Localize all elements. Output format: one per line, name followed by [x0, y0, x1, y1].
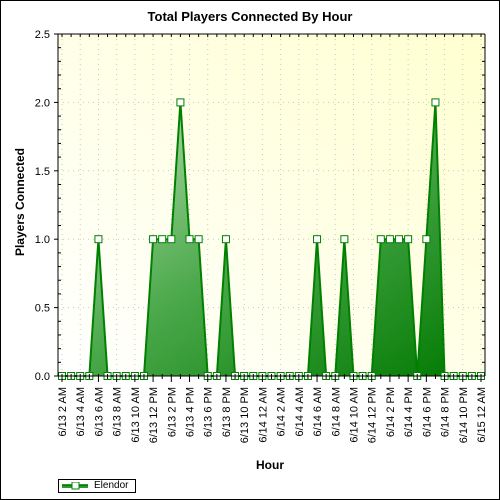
x-tick-label: 6/14 8 PM: [440, 387, 452, 437]
x-tick-label: 6/14 10 AM: [348, 387, 360, 443]
y-tick-label: 0.5: [35, 303, 50, 315]
x-tick-label: 6/13 6 PM: [203, 387, 215, 437]
data-point-marker: [176, 98, 185, 107]
x-tick-label: 6/14 10 PM: [458, 387, 470, 443]
x-tick-label: 6/14 2 AM: [276, 387, 288, 437]
chart-svg: 0.0 0.5 1.0 1.5 2.0 2.5 6/13 2 AM 6/13 4 AM 6/13…: [35, 29, 488, 443]
data-point-marker: [395, 235, 404, 244]
data-point-marker: [194, 235, 203, 244]
x-tick-label: 6/14 6 PM: [421, 387, 433, 437]
legend-label: Elendor: [94, 480, 129, 491]
x-tick-label: 6/14 2 PM: [385, 387, 397, 437]
data-point-marker: [149, 235, 158, 244]
legend-swatch-icon: [62, 482, 88, 490]
data-point-marker: [158, 235, 167, 244]
data-point-marker: [185, 235, 194, 244]
data-point-marker: [431, 98, 440, 107]
x-tick-label: 6/13 2 PM: [166, 387, 178, 437]
x-tick-label: 6/13 8 AM: [112, 387, 124, 437]
y-tick-label: 1.0: [35, 234, 50, 246]
x-tick-label: 6/13 4 AM: [75, 387, 87, 437]
data-point-marker: [340, 235, 349, 244]
x-tick-label: 6/15 12 AM: [476, 387, 488, 443]
x-tick-label: 6/14 4 AM: [294, 387, 306, 437]
data-point-marker: [167, 235, 176, 244]
x-tick-label: 6/14 12 PM: [367, 387, 379, 443]
x-tick-label: 6/14 4 PM: [403, 387, 415, 437]
data-point-marker: [404, 235, 413, 244]
legend: Elendor: [58, 479, 136, 493]
x-tick-label: 6/13 8 PM: [221, 387, 233, 437]
data-point-marker: [385, 235, 394, 244]
y-tick-label: 2.5: [35, 29, 50, 41]
x-tick-label: 6/14 8 AM: [330, 387, 342, 437]
y-tick-label: 2.0: [35, 97, 50, 109]
x-tick-label: 6/13 2 AM: [57, 387, 69, 437]
data-point-marker: [94, 235, 103, 244]
x-tick-label: 6/13 12 PM: [148, 387, 160, 443]
x-tick-label: 6/14 6 AM: [312, 387, 324, 437]
x-tick-label: 6/13 6 AM: [93, 387, 105, 437]
x-tick-label: 6/14 12 AM: [257, 387, 269, 443]
data-point-marker: [376, 235, 385, 244]
y-tick-label: 0.0: [35, 371, 50, 383]
y-tick-label: 1.5: [35, 166, 50, 178]
x-tick-label: 6/13 10 PM: [239, 387, 251, 443]
data-point-marker: [313, 235, 322, 244]
data-point-marker: [221, 235, 230, 244]
x-tick-label: 6/13 4 PM: [185, 387, 197, 437]
data-point-marker: [422, 235, 431, 244]
x-tick-label: 6/13 10 AM: [130, 387, 142, 443]
